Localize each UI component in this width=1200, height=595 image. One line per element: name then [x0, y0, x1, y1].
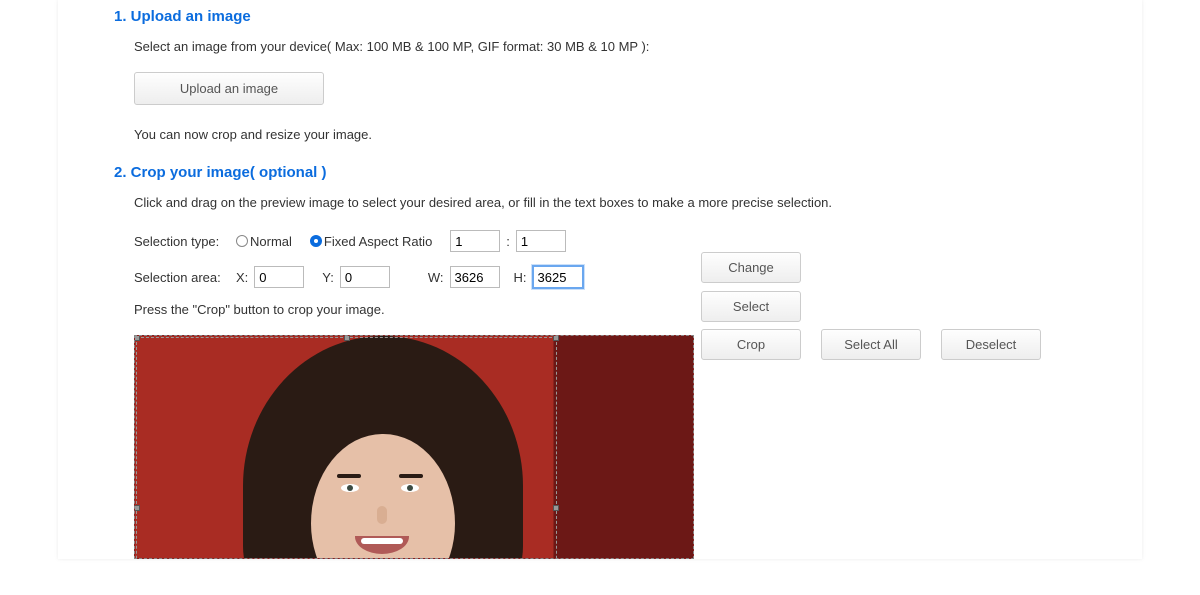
aspect-separator: :: [506, 234, 510, 249]
select-all-button[interactable]: Select All: [821, 329, 921, 360]
selection-type-label: Selection type:: [134, 234, 230, 249]
preview-portrait: [233, 335, 533, 559]
upload-status-text: You can now crop and resize your image.: [134, 127, 1086, 142]
crop-description: Click and drag on the preview image to s…: [134, 195, 1086, 210]
radio-normal-label: Normal: [250, 234, 292, 249]
crop-hint-row: Press the "Crop" button to crop your ima…: [134, 302, 1086, 317]
select-button[interactable]: Select: [701, 291, 801, 322]
w-input[interactable]: [450, 266, 500, 288]
x-label: X:: [236, 270, 248, 285]
radio-fixed-icon: [310, 235, 322, 247]
aspect-height-input[interactable]: [516, 230, 566, 252]
x-input[interactable]: [254, 266, 304, 288]
preview-background: [135, 336, 693, 558]
preview-image[interactable]: [134, 335, 694, 559]
crop-section-title: 2. Crop your image( optional ): [114, 164, 1086, 181]
deselect-button[interactable]: Deselect: [941, 329, 1041, 360]
upload-section-title: 1. Upload an image: [114, 8, 1086, 25]
radio-fixed-label: Fixed Aspect Ratio: [324, 234, 432, 249]
crop-hint-text: Press the "Crop" button to crop your ima…: [134, 302, 385, 317]
h-input[interactable]: [533, 266, 583, 288]
upload-image-button[interactable]: Upload an image: [134, 72, 324, 105]
selection-area-row: Selection area: X: Y: W: H:: [134, 266, 1086, 288]
radio-normal[interactable]: Normal: [236, 234, 292, 249]
crop-button[interactable]: Crop: [701, 329, 801, 360]
w-label: W:: [428, 270, 444, 285]
y-label: Y:: [322, 270, 334, 285]
radio-normal-icon: [236, 235, 248, 247]
h-label: H:: [514, 270, 527, 285]
change-button[interactable]: Change: [701, 252, 801, 283]
selection-area-label: Selection area:: [134, 270, 230, 285]
page-card: 1. Upload an image Select an image from …: [58, 0, 1142, 559]
radio-fixed-aspect-ratio[interactable]: Fixed Aspect Ratio: [310, 234, 432, 249]
selection-type-row: Selection type: Normal Fixed Aspect Rati…: [134, 230, 1086, 252]
y-input[interactable]: [340, 266, 390, 288]
aspect-width-input[interactable]: [450, 230, 500, 252]
upload-description: Select an image from your device( Max: 1…: [134, 39, 1086, 54]
